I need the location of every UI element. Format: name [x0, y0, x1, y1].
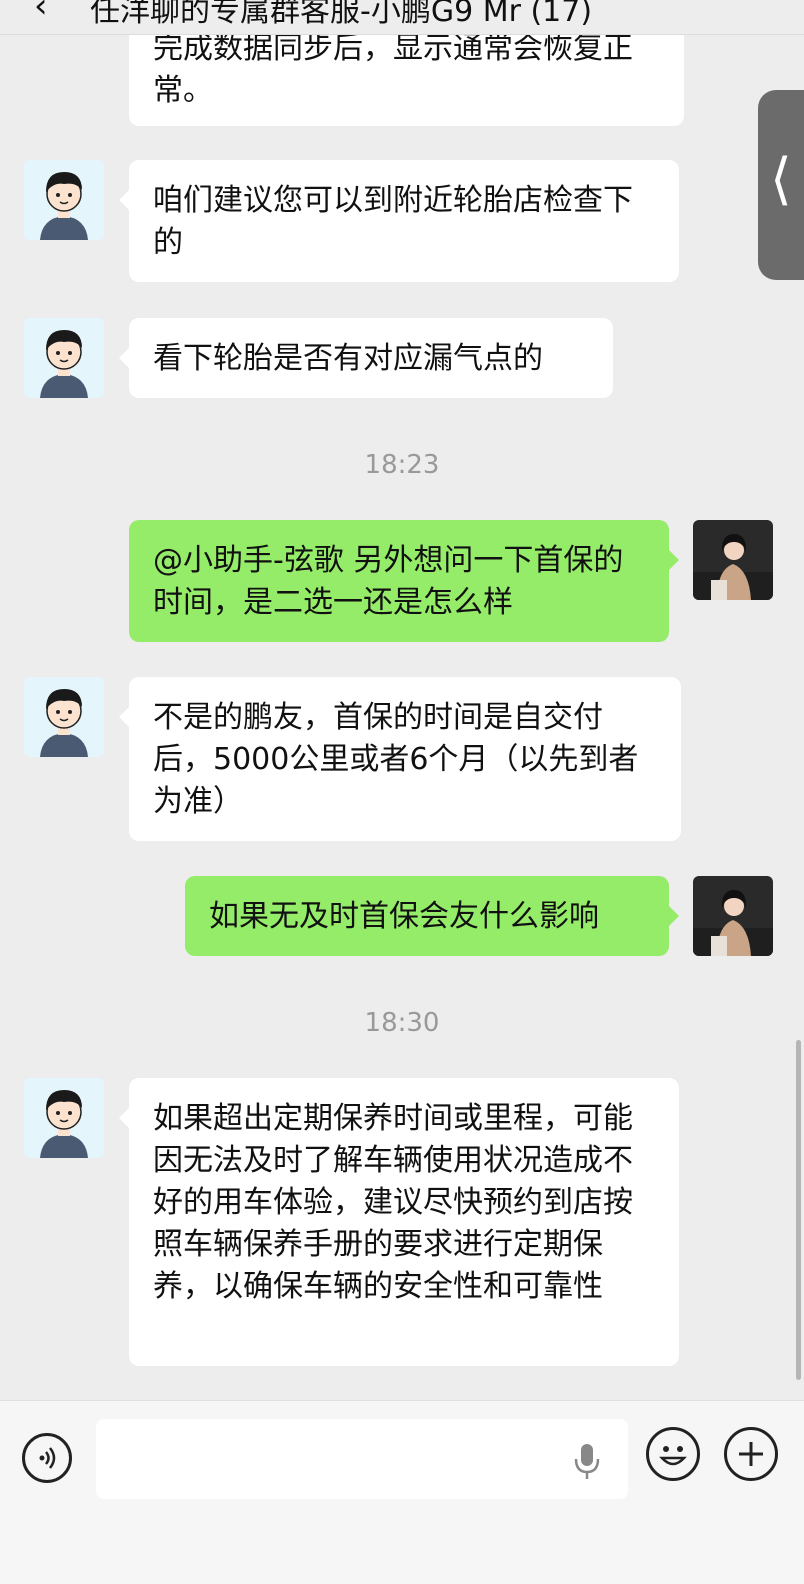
- side-panel-handle[interactable]: ⟨: [758, 90, 804, 280]
- timestamp: 18:23: [364, 450, 440, 480]
- message-bubble-incoming[interactable]: 如果超出定期保养时间或里程，可能因无法及时了解车辆使用状况造成不好的用车体验，建…: [119, 1078, 679, 1366]
- emoji-button[interactable]: [646, 1427, 700, 1481]
- message-bubble-incoming[interactable]: 不是的鹏友，首保的时间是自交付后，5000公里或者6个月（以先到者为准）: [119, 677, 681, 841]
- message-bubble-incoming[interactable]: 咱们建议您可以到附近轮胎店检查下的: [119, 160, 679, 282]
- emoji-icon: [659, 1446, 687, 1466]
- chat-header: ‹ 任洋聊的专属群客服-小鹏G9 Mr (17): [0, 0, 804, 35]
- agent-avatar[interactable]: [24, 677, 104, 757]
- voice-mode-button[interactable]: [22, 1433, 72, 1483]
- timestamp: 18:30: [364, 1008, 440, 1038]
- agent-avatar[interactable]: [24, 160, 104, 240]
- microphone-icon[interactable]: [572, 1441, 602, 1481]
- message-input[interactable]: [96, 1419, 628, 1499]
- chat-title: 任洋聊的专属群客服-小鹏G9 Mr (17): [90, 0, 593, 29]
- input-bar: [0, 1400, 804, 1584]
- user-avatar[interactable]: [693, 520, 773, 600]
- agent-avatar[interactable]: [24, 318, 104, 398]
- plus-button[interactable]: [724, 1427, 778, 1481]
- chat-area[interactable]: 完成数据同步后，显示通常会恢复正常。 咱们建议您可以到附近轮胎店检查下的 看下轮…: [0, 0, 804, 1400]
- agent-avatar[interactable]: [24, 1078, 104, 1158]
- voice-mode-icon: [39, 1447, 56, 1469]
- scrollbar[interactable]: [796, 1040, 801, 1380]
- message-bubble-outgoing[interactable]: 如果无及时首保会友什么影响: [185, 876, 679, 956]
- plus-icon: [739, 1442, 763, 1466]
- user-avatar[interactable]: [693, 876, 773, 956]
- chevron-left-icon: ⟨: [770, 147, 792, 212]
- chevron-left-icon[interactable]: ‹: [34, 0, 48, 26]
- message-bubble-incoming[interactable]: 看下轮胎是否有对应漏气点的: [119, 318, 613, 398]
- message-bubble-outgoing[interactable]: @小助手-弦歌 另外想问一下首保的时间，是二选一还是怎么样: [129, 520, 679, 642]
